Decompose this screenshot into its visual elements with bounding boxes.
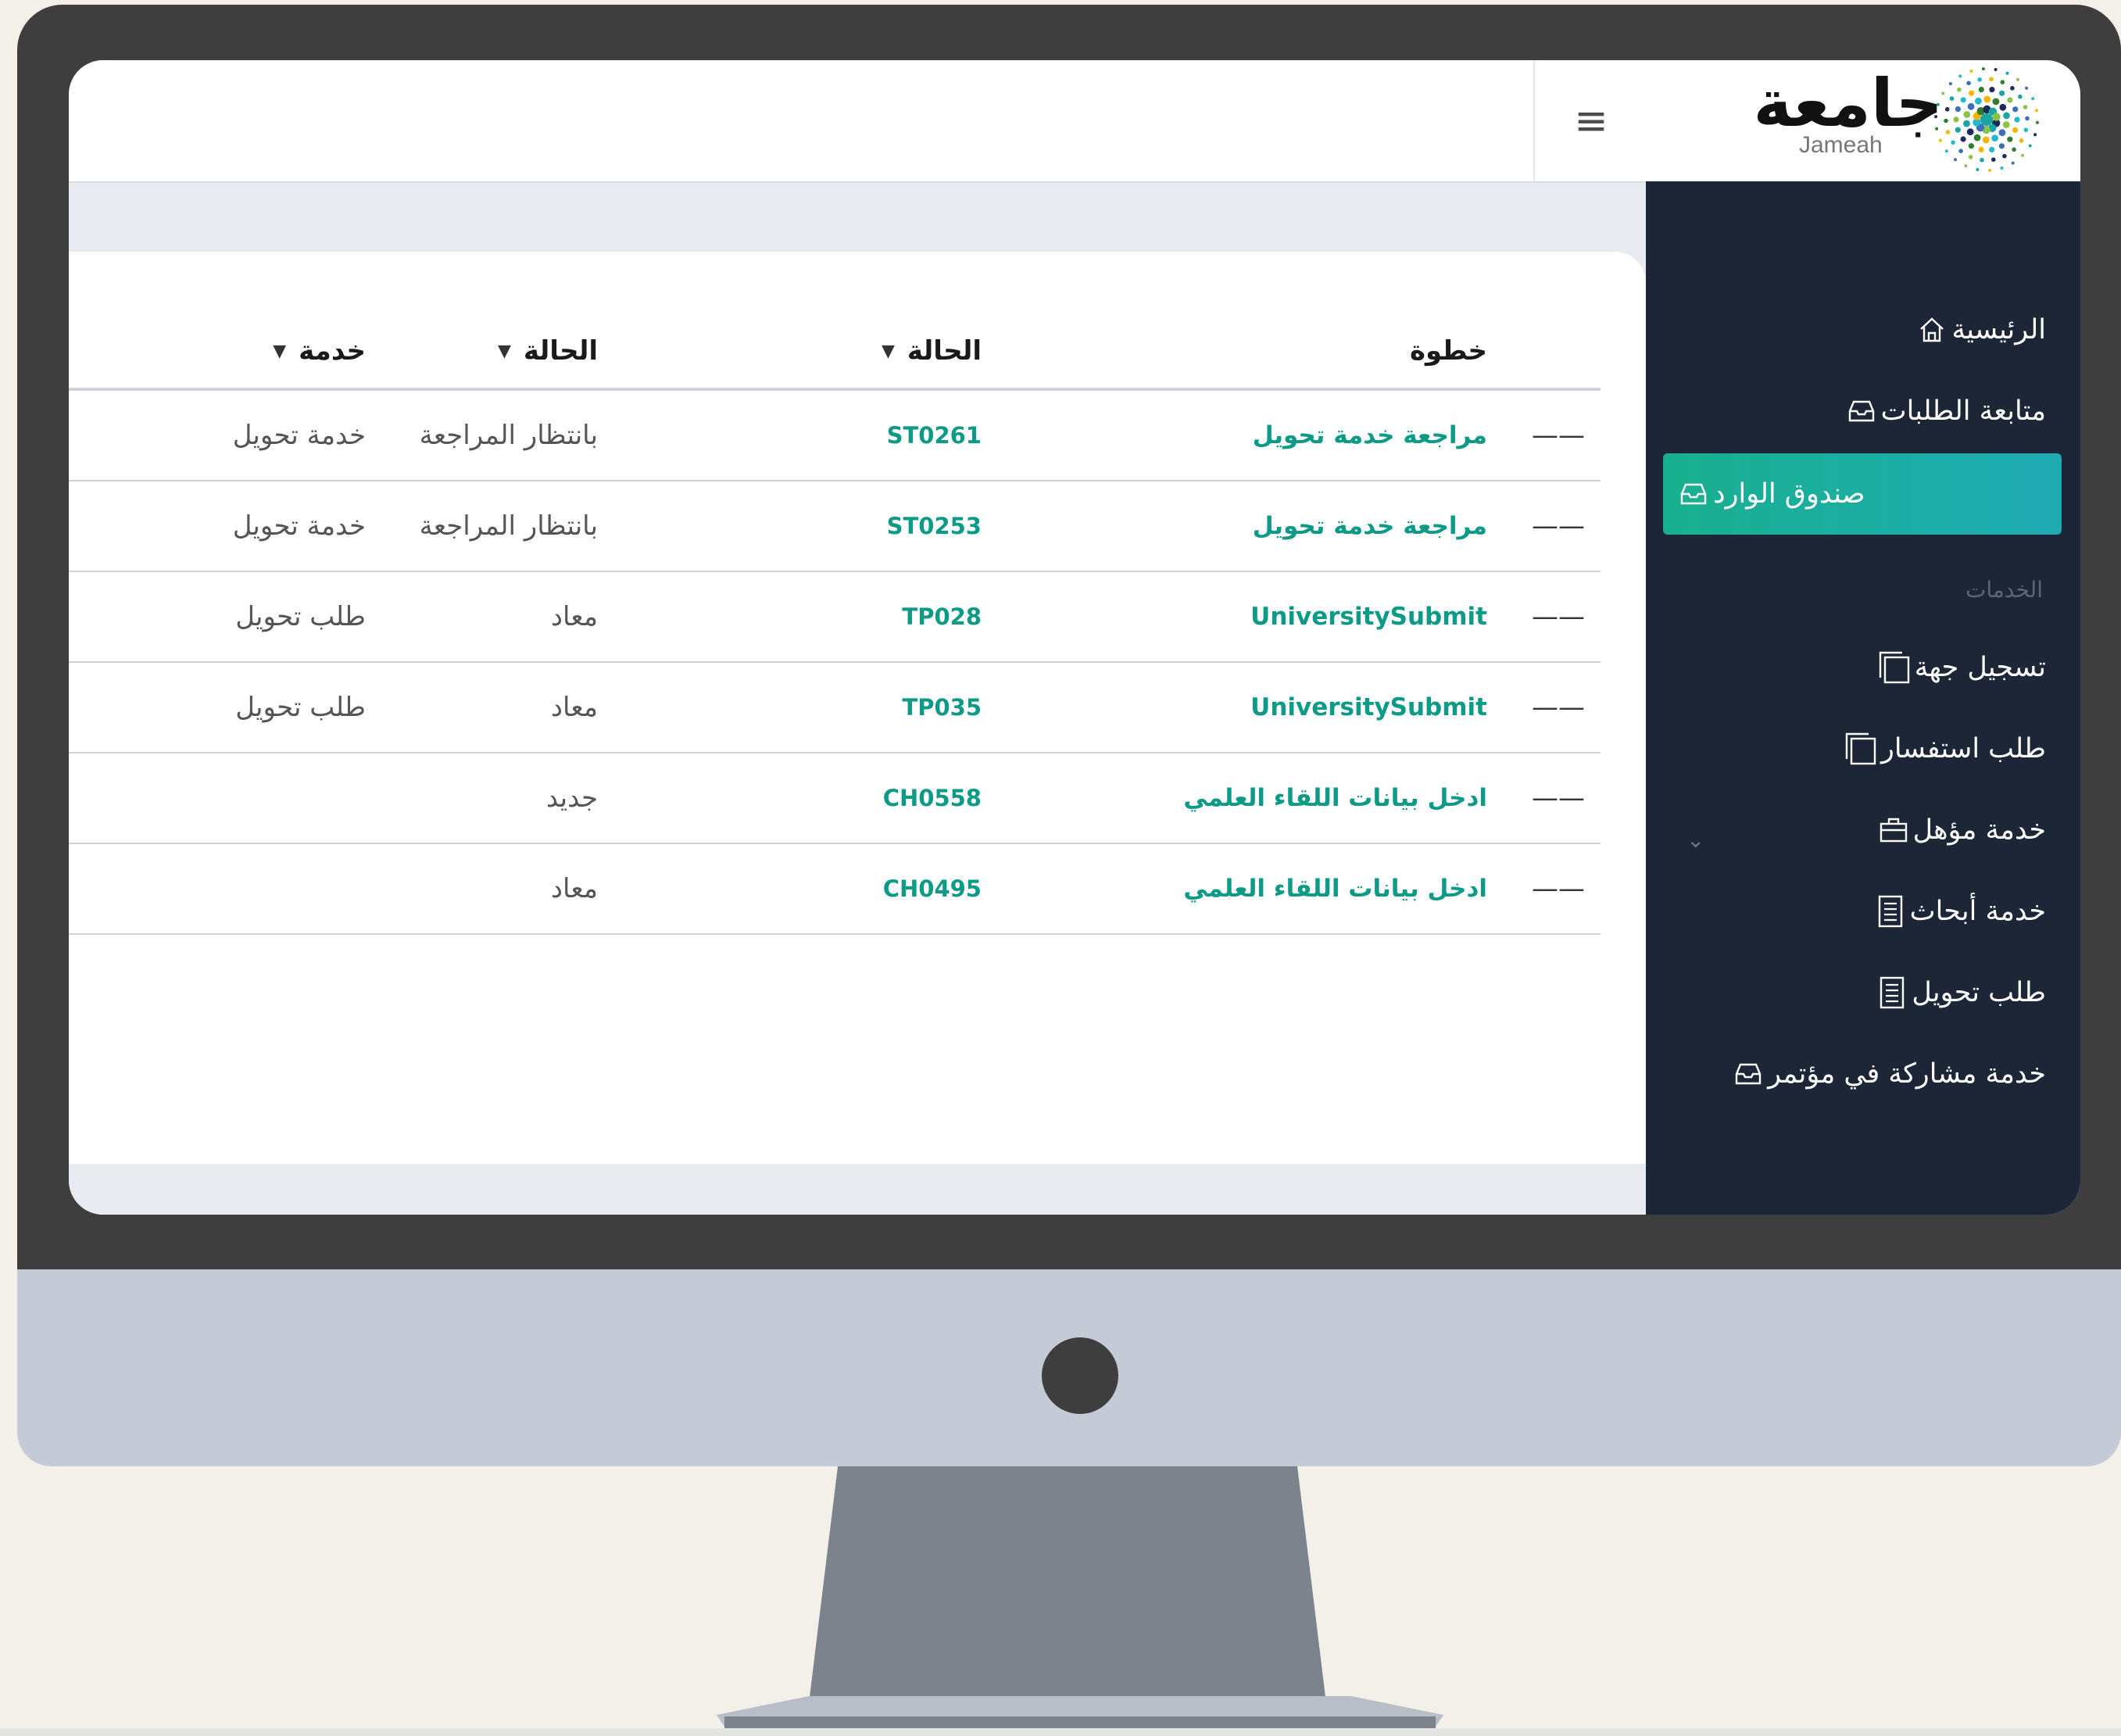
sidebar: الرئيسية متابعة الطلبات صندوق الوارد الخ…	[1646, 181, 2080, 1215]
row-dash: ——	[1532, 692, 1585, 723]
row-service: خدمة تحويل	[232, 510, 366, 542]
row-code-link[interactable]: ST0261	[887, 391, 982, 480]
card-footer	[69, 1164, 1646, 1215]
inbox-card: خطوة الحالة ▼ الحالة ▼ خدمة ▼ —— مراجعة …	[69, 252, 1646, 1164]
table-header: خطوة الحالة ▼ الحالة ▼ خدمة ▼	[69, 314, 1601, 391]
filter-icon[interactable]: ▼	[498, 342, 511, 361]
sidebar-item-qualification[interactable]: خدمة مؤهل	[1863, 807, 2046, 854]
row-service: خدمة تحويل	[232, 420, 366, 451]
row-dash: ——	[1532, 601, 1585, 632]
header-label: الحالة	[523, 335, 598, 367]
sidebar-item-label: طلب استفسار	[1880, 733, 2046, 764]
copy-icon	[1842, 729, 1881, 768]
sidebar-item-inquiry[interactable]: طلب استفسار	[1831, 725, 2046, 772]
row-status: بانتظار المراجعة	[419, 510, 598, 542]
row-step-link[interactable]: ادخل بيانات اللقاء العلمي	[1183, 753, 1487, 843]
column-header-status[interactable]: الحالة ▼	[498, 314, 598, 388]
row-status: معاد	[550, 692, 598, 723]
logo-latin-text: Jameah	[1799, 132, 1883, 158]
sidebar-item-label: خدمة أبحاث	[1909, 896, 2046, 927]
sidebar-item-label: خدمة مشاركة في مؤتمر	[1768, 1058, 2046, 1090]
row-status: بانتظار المراجعة	[419, 420, 598, 451]
sidebar-item-label: متابعة الطلبات	[1880, 396, 2046, 427]
row-dash: ——	[1532, 873, 1585, 904]
row-dash: ——	[1532, 782, 1585, 814]
monitor-stand-base	[717, 1696, 1443, 1729]
inbox-table: خطوة الحالة ▼ الحالة ▼ خدمة ▼ —— مراجعة …	[69, 314, 1601, 935]
row-service: طلب تحويل	[235, 601, 366, 632]
home-icon	[1912, 310, 1951, 349]
header-label: الحالة	[907, 335, 982, 367]
sidebar-item-requests[interactable]: متابعة الطلبات	[1831, 388, 2046, 435]
column-header-service[interactable]: خدمة ▼	[273, 314, 366, 388]
logo-arabic-text: جامعة	[1753, 65, 1943, 141]
sidebar-item-conference[interactable]: خدمة مشاركة في مؤتمر	[1718, 1051, 2046, 1097]
table-row[interactable]: —— ادخل بيانات اللقاء العلمي CH0495 معاد	[69, 844, 1601, 935]
copy-icon	[1876, 648, 1915, 687]
sidebar-item-home[interactable]: الرئيسية	[1901, 306, 2046, 353]
column-header-step[interactable]: خطوة	[1410, 314, 1487, 388]
inbox-icon	[1842, 392, 1881, 431]
header-label: خدمة	[299, 335, 366, 367]
row-service: طلب تحويل	[235, 692, 366, 723]
top-bar: ≡	[69, 60, 1646, 183]
row-code-link[interactable]: TP028	[902, 572, 982, 661]
row-dash: ——	[1532, 510, 1585, 542]
sidebar-item-label: خدمة مؤهل	[1912, 814, 2046, 846]
brand-logo[interactable]: جامعة Jameah	[1646, 60, 2080, 181]
row-status: معاد	[550, 873, 598, 904]
sidebar-item-label: تسجيل جهة	[1914, 652, 2046, 683]
chevron-down-icon[interactable]: ⌄	[1686, 827, 1704, 853]
monitor-stand	[810, 1466, 1325, 1697]
row-code-link[interactable]: CH0495	[883, 844, 982, 933]
table-row[interactable]: —— مراجعة خدمة تحويل ST0261 بانتظار المر…	[69, 391, 1601, 481]
row-dash: ——	[1532, 420, 1585, 451]
row-step-link[interactable]: مراجعة خدمة تحويل	[1253, 481, 1487, 571]
inbox-icon	[1729, 1054, 1768, 1094]
row-step-link[interactable]: مراجعة خدمة تحويل	[1253, 391, 1487, 480]
floor-line	[0, 1728, 2121, 1736]
row-step-link[interactable]: UniversitySubmit	[1250, 663, 1487, 752]
sidebar-section-services: الخدمات	[1965, 577, 2043, 603]
row-code-link[interactable]: ST0253	[887, 481, 982, 571]
filter-icon[interactable]: ▼	[273, 342, 286, 361]
briefcase-icon	[1874, 811, 1913, 850]
sidebar-item-label: صندوق الوارد	[1713, 478, 1865, 510]
sidebar-item-inbox[interactable]: صندوق الوارد	[1663, 453, 2062, 535]
row-code-link[interactable]: CH0558	[883, 753, 982, 843]
table-row[interactable]: —— ادخل بيانات اللقاء العلمي CH0558 جديد	[69, 753, 1601, 844]
table-row[interactable]: —— UniversitySubmit TP028 معاد طلب تحويل	[69, 572, 1601, 663]
sidebar-item-label: الرئيسية	[1951, 314, 2046, 345]
row-code-link[interactable]: TP035	[902, 663, 982, 752]
sidebar-item-transfer[interactable]: طلب تحويل	[1862, 969, 2046, 1016]
monitor-logo-dot	[1042, 1337, 1118, 1414]
row-status: جديد	[545, 782, 598, 814]
filter-icon[interactable]: ▼	[882, 342, 895, 361]
document-icon	[1871, 892, 1910, 931]
sidebar-item-label: طلب تحويل	[1912, 977, 2046, 1008]
row-step-link[interactable]: ادخل بيانات اللقاء العلمي	[1183, 844, 1487, 933]
row-step-link[interactable]: UniversitySubmit	[1250, 572, 1487, 661]
column-header-code[interactable]: الحالة ▼	[882, 314, 982, 388]
app-screen: ≡ جامعة Jameah الرئيسية متابعة الطلبات ص…	[69, 60, 2080, 1215]
hamburger-icon: ≡	[1574, 97, 1608, 145]
document-icon	[1872, 973, 1912, 1012]
sidebar-item-research[interactable]: خدمة أبحاث	[1860, 888, 2046, 935]
sidebar-item-register-entity[interactable]: تسجيل جهة	[1865, 644, 2046, 691]
header-label: خطوة	[1409, 335, 1487, 367]
table-row[interactable]: —— UniversitySubmit TP035 معاد طلب تحويل	[69, 663, 1601, 753]
inbox-icon	[1674, 474, 1713, 514]
table-row[interactable]: —— مراجعة خدمة تحويل ST0253 بانتظار المر…	[69, 481, 1601, 572]
menu-toggle-button[interactable]: ≡	[1533, 60, 1647, 181]
row-status: معاد	[550, 601, 598, 632]
